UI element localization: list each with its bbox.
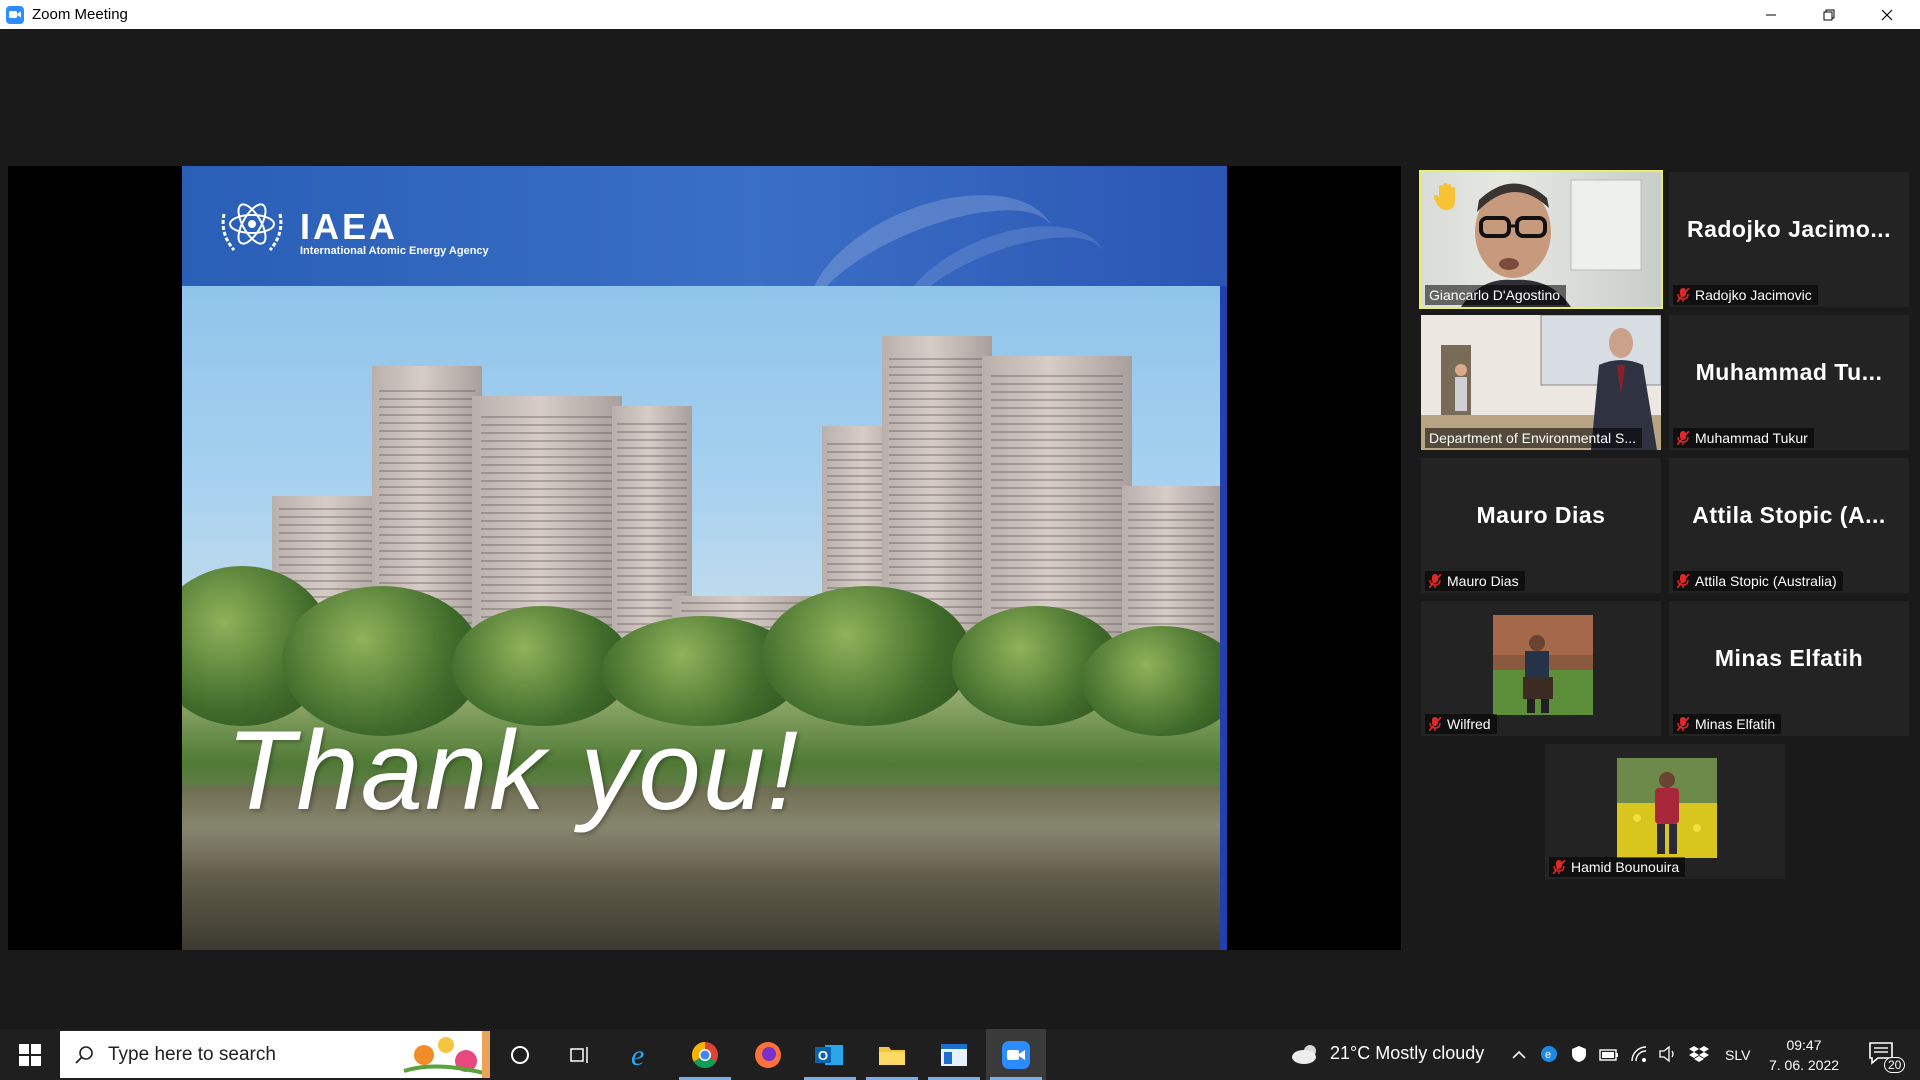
participant-tile-department[interactable]: Department of Environmental S...	[1421, 315, 1661, 450]
participant-tile-hamid[interactable]: Hamid Bounouira	[1545, 744, 1785, 879]
muted-mic-icon	[1429, 574, 1441, 588]
participant-tile-giancarlo[interactable]: Giancarlo D'Agostino	[1419, 170, 1663, 309]
participant-name-label: Muhammad Tukur	[1673, 428, 1814, 448]
restore-button[interactable]	[1800, 0, 1858, 29]
security-shield-icon[interactable]	[1570, 1045, 1588, 1063]
iaea-logo-subtitle: International Atomic Energy Agency	[300, 245, 489, 257]
notifications-button[interactable]: 20	[1862, 1037, 1906, 1073]
taskbar-search-box[interactable]: Type here to search	[60, 1031, 490, 1078]
title-bar: Zoom Meeting	[0, 0, 1920, 29]
input-language-indicator[interactable]: SLV	[1725, 1047, 1750, 1063]
start-button[interactable]	[0, 1029, 60, 1080]
outlook-icon: O	[815, 1044, 843, 1065]
raised-hand-icon	[1433, 183, 1455, 210]
window-title: Zoom Meeting	[32, 6, 128, 23]
cortana-icon	[511, 1045, 529, 1064]
minimize-button[interactable]	[1742, 0, 1800, 29]
muted-mic-icon	[1553, 860, 1565, 874]
svg-text:e: e	[631, 1040, 644, 1070]
chrome-icon	[691, 1041, 718, 1068]
participant-tile-wilfred[interactable]: Wilfred	[1421, 601, 1661, 736]
windows-taskbar: Type here to search e O 21°C Mostly clou…	[0, 1029, 1920, 1080]
close-button[interactable]	[1858, 0, 1916, 29]
outlook-button[interactable]: O	[800, 1029, 860, 1080]
internet-explorer-button[interactable]: e	[612, 1029, 672, 1080]
profile-photo	[1617, 758, 1717, 858]
muted-mic-icon	[1677, 717, 1689, 731]
shared-screen[interactable]: IAEA International Atomic Energy Agency	[8, 166, 1401, 950]
cloudy-weather-icon	[1292, 1045, 1316, 1064]
system-clock[interactable]: 09:47 7. 06. 2022	[1762, 1035, 1846, 1075]
participant-big-name: Mauro Dias	[1476, 502, 1606, 528]
battery-icon[interactable]	[1599, 1048, 1619, 1062]
muted-mic-icon	[1429, 717, 1441, 731]
chevron-up-icon[interactable]	[1511, 1047, 1527, 1063]
notification-count-badge: 20	[1884, 1057, 1906, 1073]
participant-tile-attila[interactable]: Attila Stopic (A... Attila Stopic (Austr…	[1669, 458, 1909, 593]
thank-you-text: Thank you!	[226, 708, 801, 833]
iaea-emblem-icon	[221, 203, 283, 251]
task-view-button[interactable]	[550, 1029, 610, 1080]
svg-text:e: e	[1545, 1049, 1551, 1061]
participant-name-label: Department of Environmental S...	[1425, 428, 1642, 448]
slide-header: IAEA International Atomic Energy Agency	[182, 166, 1227, 392]
clock-time: 09:47	[1786, 1037, 1822, 1053]
windows-logo-icon	[19, 1043, 41, 1066]
participant-name-label: Mauro Dias	[1425, 571, 1525, 591]
participant-name-label: Giancarlo D'Agostino	[1425, 285, 1567, 305]
zoom-icon	[1002, 1040, 1030, 1069]
participant-big-name: Muhammad Tu...	[1695, 359, 1883, 385]
search-placeholder: Type here to search	[108, 1043, 276, 1065]
zoom-app-icon	[6, 5, 24, 24]
zoom-taskbar-button[interactable]	[986, 1029, 1046, 1080]
clock-date: 7. 06. 2022	[1768, 1057, 1840, 1073]
participant-name-label: Attila Stopic (Australia)	[1673, 571, 1843, 591]
weather-text[interactable]: 21°C Mostly cloudy	[1330, 1043, 1484, 1064]
folder-icon	[879, 1046, 905, 1065]
participant-name-label: Wilfred	[1425, 714, 1497, 734]
muted-mic-icon	[1677, 431, 1689, 445]
tray-app-icon[interactable]: e	[1540, 1045, 1558, 1063]
file-explorer-button[interactable]	[862, 1029, 922, 1080]
vienna-international-centre-photo	[182, 286, 1220, 950]
profile-photo	[1493, 615, 1593, 715]
svg-text:O: O	[818, 1048, 828, 1063]
wifi-icon[interactable]	[1630, 1045, 1650, 1063]
internet-explorer-icon: e	[631, 1040, 644, 1070]
search-icon	[75, 1045, 93, 1064]
search-highlight-illustration-icon	[403, 1031, 490, 1078]
participant-tile-minas[interactable]: Minas Elfatih Minas Elfatih	[1669, 601, 1909, 736]
task-view-icon	[570, 1046, 588, 1063]
presentation-slide: IAEA International Atomic Energy Agency	[182, 166, 1227, 950]
participant-big-name: Minas Elfatih	[1714, 645, 1864, 671]
muted-mic-icon	[1677, 288, 1689, 302]
participant-tile-muhammad[interactable]: Muhammad Tu... Muhammad Tukur	[1669, 315, 1909, 450]
muted-mic-icon	[1677, 574, 1689, 588]
participant-big-name: Radojko Jacimo...	[1686, 216, 1892, 242]
app-window-button[interactable]	[924, 1029, 984, 1080]
participant-name-label: Minas Elfatih	[1673, 714, 1782, 734]
participant-tile-mauro[interactable]: Mauro Dias Mauro Dias	[1421, 458, 1661, 593]
participant-name-label: Radojko Jacimovic	[1673, 285, 1818, 305]
chrome-button[interactable]	[675, 1029, 735, 1080]
iaea-logo-text: IAEA	[300, 206, 399, 247]
app-window-icon	[941, 1043, 967, 1066]
participant-name-label: Hamid Bounouira	[1549, 857, 1686, 877]
speaker-volume-icon[interactable]	[1658, 1045, 1678, 1063]
cortana-button[interactable]	[490, 1029, 550, 1080]
participant-big-name: Attila Stopic (A...	[1692, 502, 1886, 528]
meeting-area: IAEA International Atomic Energy Agency	[0, 29, 1920, 1029]
participant-tile-radojko[interactable]: Radojko Jacimo... Radojko Jacimovic	[1669, 172, 1909, 307]
dropbox-icon[interactable]	[1689, 1045, 1709, 1063]
firefox-button[interactable]	[738, 1029, 798, 1080]
firefox-icon	[755, 1041, 781, 1068]
